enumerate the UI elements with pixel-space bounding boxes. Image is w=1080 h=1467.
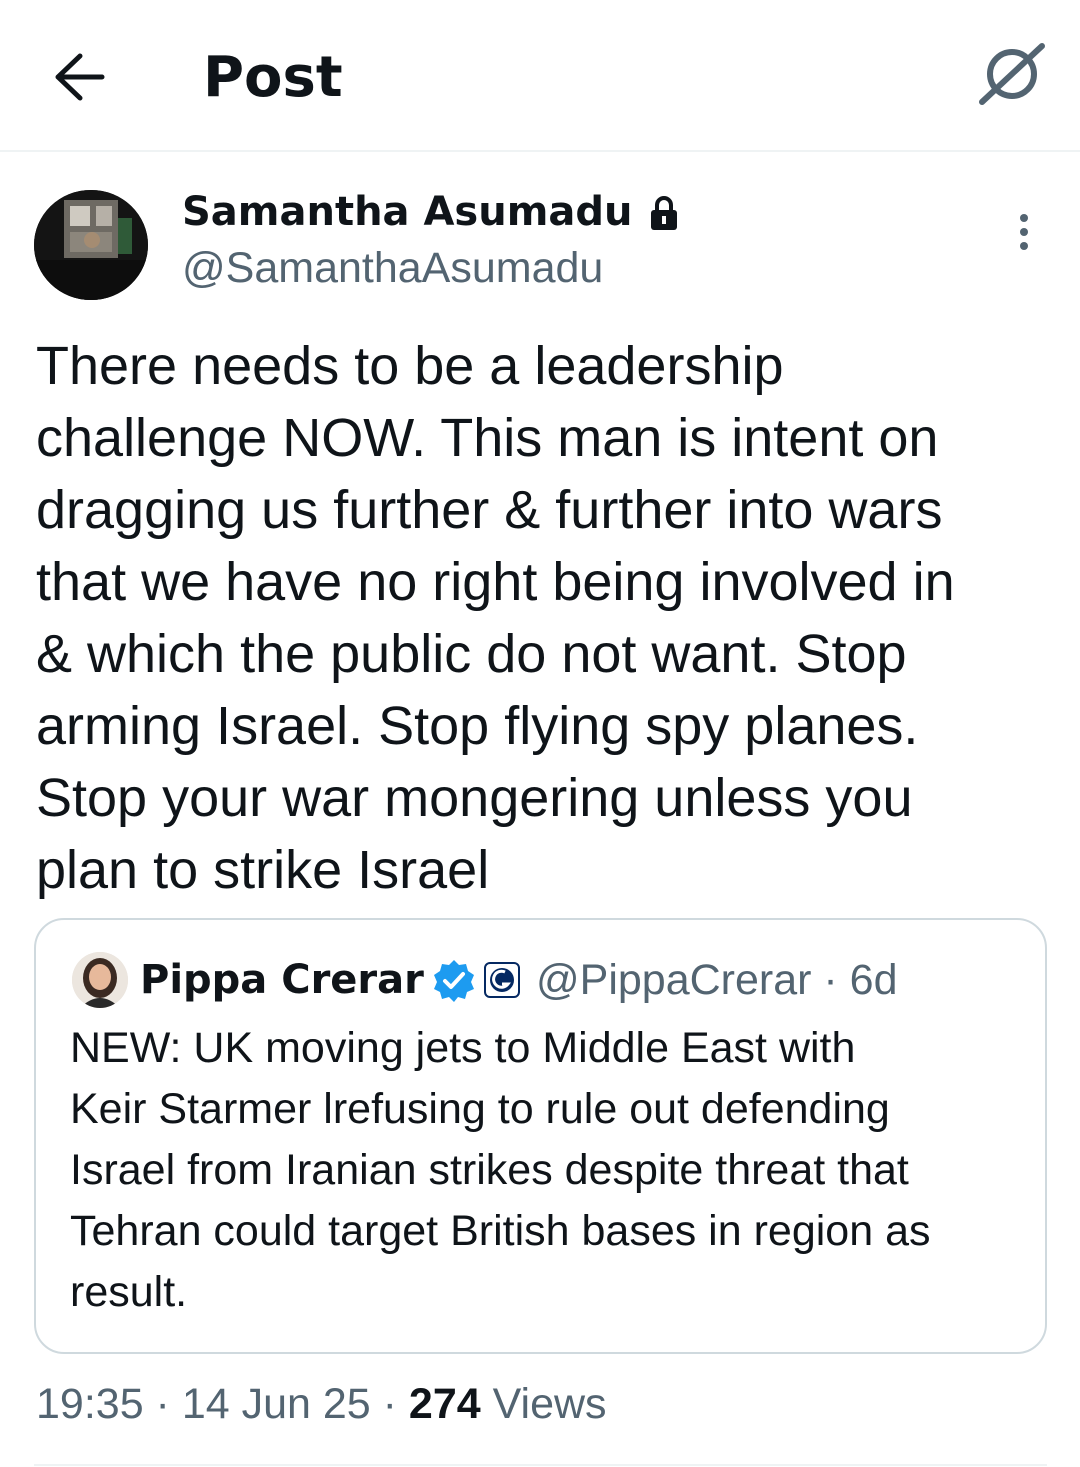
quote-line: Tehran could target British bases in reg… xyxy=(70,1207,931,1255)
post-line: arming Israel. Stop flying spy planes. xyxy=(36,696,919,756)
post-metadata: 19:35 · 14 Jun 25 · 274 Views xyxy=(36,1372,607,1436)
quote-line: Keir Starmer lrefusing to rule out defen… xyxy=(70,1085,890,1133)
page-title: Post xyxy=(203,45,343,110)
author-handle[interactable]: @SamanthaAsumadu xyxy=(182,240,603,296)
lock-icon xyxy=(651,196,677,230)
post-line: There needs to be a leadership xyxy=(36,336,784,396)
post-line: dragging us further & further into wars xyxy=(36,480,943,540)
more-vertical-icon[interactable] xyxy=(1006,210,1042,258)
quote-meta: @PippaCrerar · 6d xyxy=(536,948,898,1012)
post-line: challenge NOW. This man is intent on xyxy=(36,408,939,468)
post-line: that we have no right being involved in xyxy=(36,552,955,612)
quote-author-avatar xyxy=(72,952,128,1008)
views-label: Views xyxy=(480,1380,607,1428)
quote-line: Israel from Iranian strikes despite thre… xyxy=(70,1146,909,1194)
quote-author-name: Pippa Crerar xyxy=(140,957,424,1003)
post-line: Stop your war mongering unless you xyxy=(36,768,913,828)
post-timestamp[interactable]: 19:35 · 14 Jun 25 · xyxy=(36,1380,409,1428)
post-line: & which the public do not want. Stop xyxy=(36,624,907,684)
quote-author-handle: @PippaCrerar xyxy=(536,956,812,1004)
post-line: plan to strike Israel xyxy=(36,840,490,900)
divider xyxy=(34,1464,1047,1466)
quote-body: NEW: UK moving jets to Middle East with … xyxy=(70,1018,1030,1323)
arrow-left-icon[interactable] xyxy=(50,50,108,104)
author-avatar[interactable] xyxy=(34,190,148,300)
quoted-post-card[interactable]: Pippa Crerar @PippaCrerar · 6d NEW: UK m… xyxy=(34,918,1047,1354)
top-bar: Post xyxy=(0,0,1080,152)
grok-icon[interactable] xyxy=(972,40,1048,108)
views-count: 274 xyxy=(408,1380,481,1428)
guardian-logo-icon xyxy=(484,962,520,998)
quote-age: · 6d xyxy=(811,956,898,1004)
quote-line: NEW: UK moving jets to Middle East with xyxy=(70,1024,856,1072)
author-name[interactable]: Samantha Asumadu xyxy=(182,184,633,240)
quote-line: result. xyxy=(70,1268,188,1316)
post-body: There needs to be a leadership challenge… xyxy=(36,330,1046,906)
verified-badge-icon xyxy=(434,960,474,1002)
